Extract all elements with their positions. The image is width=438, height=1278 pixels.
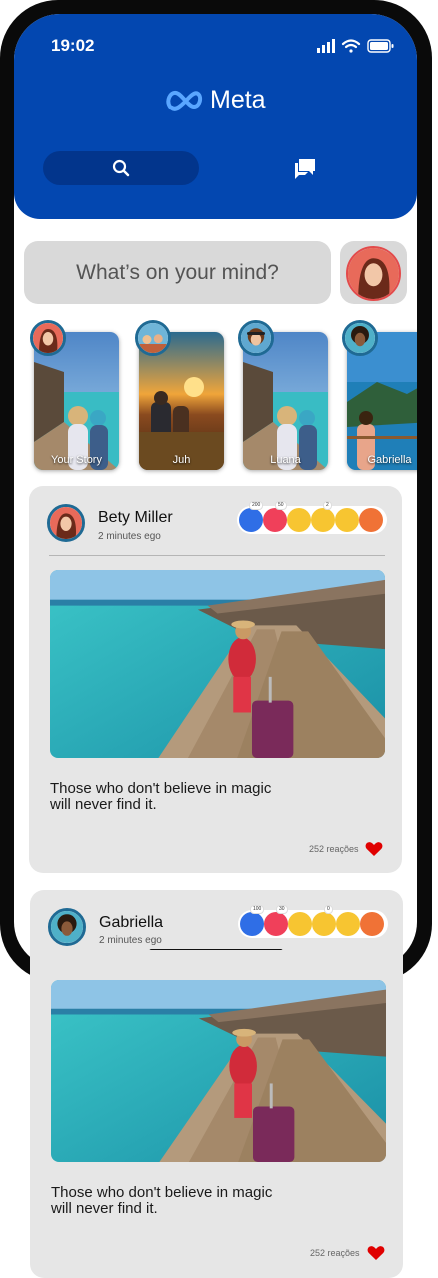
reaction-count: 200 bbox=[249, 501, 264, 510]
story-label: Luana bbox=[270, 454, 301, 466]
reaction-bar[interactable]: 200 50 2 bbox=[237, 501, 387, 534]
reaction-count: 2 bbox=[323, 501, 332, 510]
story-avatar bbox=[342, 320, 378, 356]
reaction-count: 30 bbox=[276, 905, 288, 914]
profile-photo bbox=[348, 248, 399, 299]
heart-icon[interactable] bbox=[367, 1245, 385, 1261]
angry-reaction-icon[interactable] bbox=[359, 508, 383, 532]
divider bbox=[49, 555, 385, 556]
post-author[interactable]: Gabriella bbox=[99, 914, 163, 932]
status-icons bbox=[317, 39, 394, 53]
signal-icon bbox=[317, 39, 335, 53]
phone-frame: 19:02 Meta What’s on your mind? Your Sto… bbox=[0, 0, 432, 982]
profile-button[interactable] bbox=[340, 241, 407, 304]
meta-logo: Meta bbox=[166, 84, 266, 116]
story-label: Juh bbox=[172, 454, 191, 466]
like-reaction-icon[interactable] bbox=[240, 912, 264, 936]
composer-placeholder: What’s on your mind? bbox=[76, 260, 279, 284]
post-card: Bety Miller 2 minutes ego 200 50 2 Those… bbox=[29, 486, 402, 873]
meta-logo-icon bbox=[166, 90, 203, 111]
like-reaction-icon[interactable] bbox=[239, 508, 263, 532]
post-image[interactable] bbox=[51, 980, 386, 1162]
search-icon bbox=[112, 159, 130, 177]
avatar bbox=[346, 246, 401, 301]
avatar[interactable] bbox=[47, 504, 85, 542]
love-reaction-icon[interactable] bbox=[264, 912, 288, 936]
post-composer[interactable]: What’s on your mind? bbox=[24, 241, 331, 304]
status-time: 19:02 bbox=[51, 36, 95, 55]
likes-count: 252 reações bbox=[310, 1248, 360, 1258]
angry-reaction-icon[interactable] bbox=[360, 912, 384, 936]
heart-icon[interactable] bbox=[365, 841, 383, 857]
reaction-count: 0 bbox=[324, 905, 333, 914]
chat-icon[interactable] bbox=[293, 156, 317, 180]
wifi-icon bbox=[341, 39, 361, 53]
app-screen: 19:02 Meta What’s on your mind? Your Sto… bbox=[14, 14, 417, 968]
haha-reaction-icon[interactable] bbox=[287, 508, 311, 532]
love-reaction-icon[interactable] bbox=[263, 508, 287, 532]
story-label: Gabriella bbox=[367, 454, 412, 466]
reaction-bar[interactable]: 100 30 0 bbox=[238, 905, 388, 938]
likes-count: 252 reações bbox=[309, 844, 359, 854]
story-avatar bbox=[238, 320, 274, 356]
logo-text: Meta bbox=[210, 85, 266, 114]
reaction-count: 50 bbox=[275, 501, 287, 510]
avatar[interactable] bbox=[48, 908, 86, 946]
story-avatar bbox=[30, 320, 66, 356]
haha-reaction-icon[interactable] bbox=[288, 912, 312, 936]
battery-icon bbox=[367, 39, 394, 53]
post-image[interactable] bbox=[50, 570, 385, 758]
sad-reaction-icon[interactable] bbox=[336, 912, 360, 936]
post-author[interactable]: Bety Miller bbox=[98, 509, 173, 527]
search-button[interactable] bbox=[43, 151, 199, 185]
app-header: 19:02 Meta bbox=[14, 14, 417, 219]
sad-reaction-icon[interactable] bbox=[335, 508, 359, 532]
post-time: 2 minutes ego bbox=[99, 935, 162, 946]
post-time: 2 minutes ego bbox=[98, 531, 161, 542]
post-caption: Those who don't believe in magic will ne… bbox=[50, 780, 272, 813]
wow-reaction-icon[interactable] bbox=[311, 508, 335, 532]
post-card-overflow: Those who don't believe in magic will ne… bbox=[30, 950, 403, 1278]
story-label: Your Story bbox=[51, 454, 102, 466]
reaction-count: 100 bbox=[250, 905, 265, 914]
story-avatar bbox=[135, 320, 171, 356]
post-caption: Those who don't believe in magic will ne… bbox=[51, 1184, 273, 1217]
wow-reaction-icon[interactable] bbox=[312, 912, 336, 936]
